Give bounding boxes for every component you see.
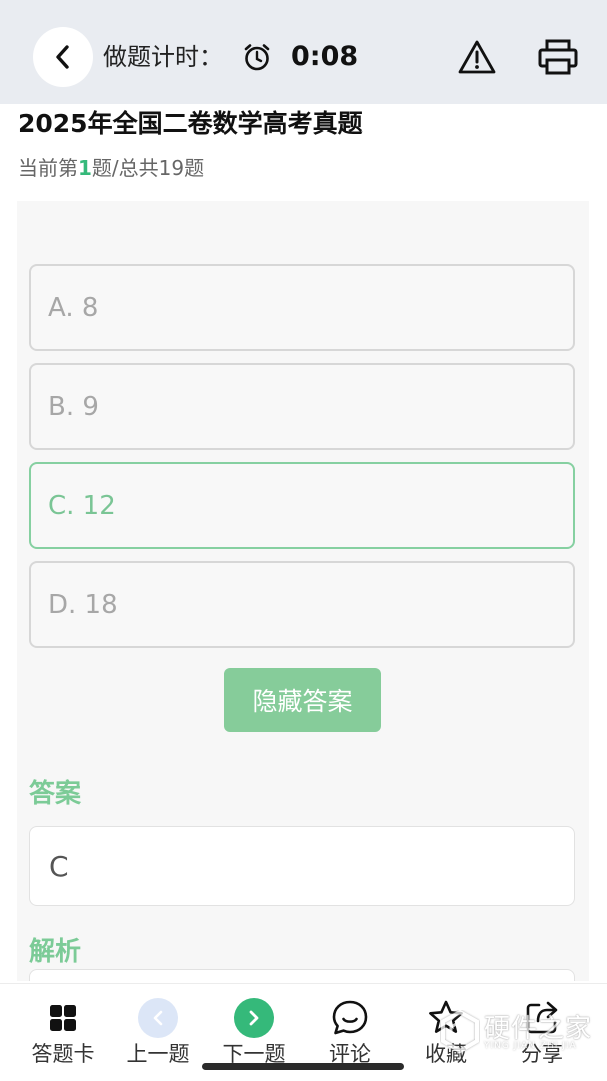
- back-button[interactable]: [33, 27, 93, 87]
- question-card: A. 8 B. 9 C. 12 D. 18 隐藏答案 答案 C 解析: [17, 201, 589, 981]
- answer-value: C: [49, 849, 69, 883]
- option-d[interactable]: D. 18: [29, 561, 575, 648]
- progress-suffix: 题/总共19题: [91, 156, 205, 180]
- analysis-heading: 解析: [29, 937, 82, 967]
- alarm-clock-icon: [244, 44, 270, 71]
- nav-label: 答题卡: [31, 1042, 95, 1066]
- exam-title: 2025年全国二卷数学高考真题: [18, 109, 363, 138]
- answer-heading: 答案: [29, 779, 82, 809]
- option-a[interactable]: A. 8: [29, 264, 575, 351]
- top-bar: 做题计时： 0:08: [0, 0, 607, 104]
- comment-icon: [332, 1000, 368, 1035]
- option-label: B. 9: [48, 391, 99, 422]
- option-label: D. 18: [48, 589, 118, 620]
- watermark-text: 硬件之家: [484, 1014, 593, 1044]
- prev-circle: [138, 998, 178, 1038]
- progress-prefix: 当前第: [18, 156, 78, 180]
- option-label: A. 8: [48, 292, 99, 323]
- timer-value: 0:08: [291, 41, 359, 72]
- progress-current: 1: [78, 156, 92, 180]
- option-label: C. 12: [48, 490, 116, 521]
- option-b[interactable]: B. 9: [29, 363, 575, 450]
- question-progress: 当前第1题/总共19题: [18, 153, 204, 183]
- answer-box: C: [29, 826, 575, 906]
- nav-answer-sheet[interactable]: 答题卡: [15, 984, 111, 1081]
- print-icon[interactable]: [537, 38, 579, 76]
- home-indicator: [202, 1063, 404, 1070]
- warning-report-icon[interactable]: [458, 39, 496, 75]
- nav-prev-question[interactable]: 上一题: [110, 984, 206, 1081]
- hide-answer-button[interactable]: 隐藏答案: [224, 668, 381, 732]
- chevron-right-icon: [249, 1010, 259, 1026]
- option-c[interactable]: C. 12: [29, 462, 575, 549]
- watermark: 硬件之家 YING JIAN ZHI JIA: [440, 1006, 600, 1062]
- timer-label: 做题计时：: [103, 43, 223, 71]
- chevron-left-icon: [56, 45, 69, 69]
- watermark-logo-icon: [441, 1010, 479, 1054]
- grid-icon: [50, 1005, 76, 1031]
- watermark-subtext: YING JIAN ZHI JIA: [484, 1041, 577, 1051]
- analysis-box: [29, 969, 575, 981]
- nav-label: 上一题: [126, 1042, 190, 1066]
- chevron-left-icon: [153, 1010, 163, 1026]
- next-circle: [234, 998, 274, 1038]
